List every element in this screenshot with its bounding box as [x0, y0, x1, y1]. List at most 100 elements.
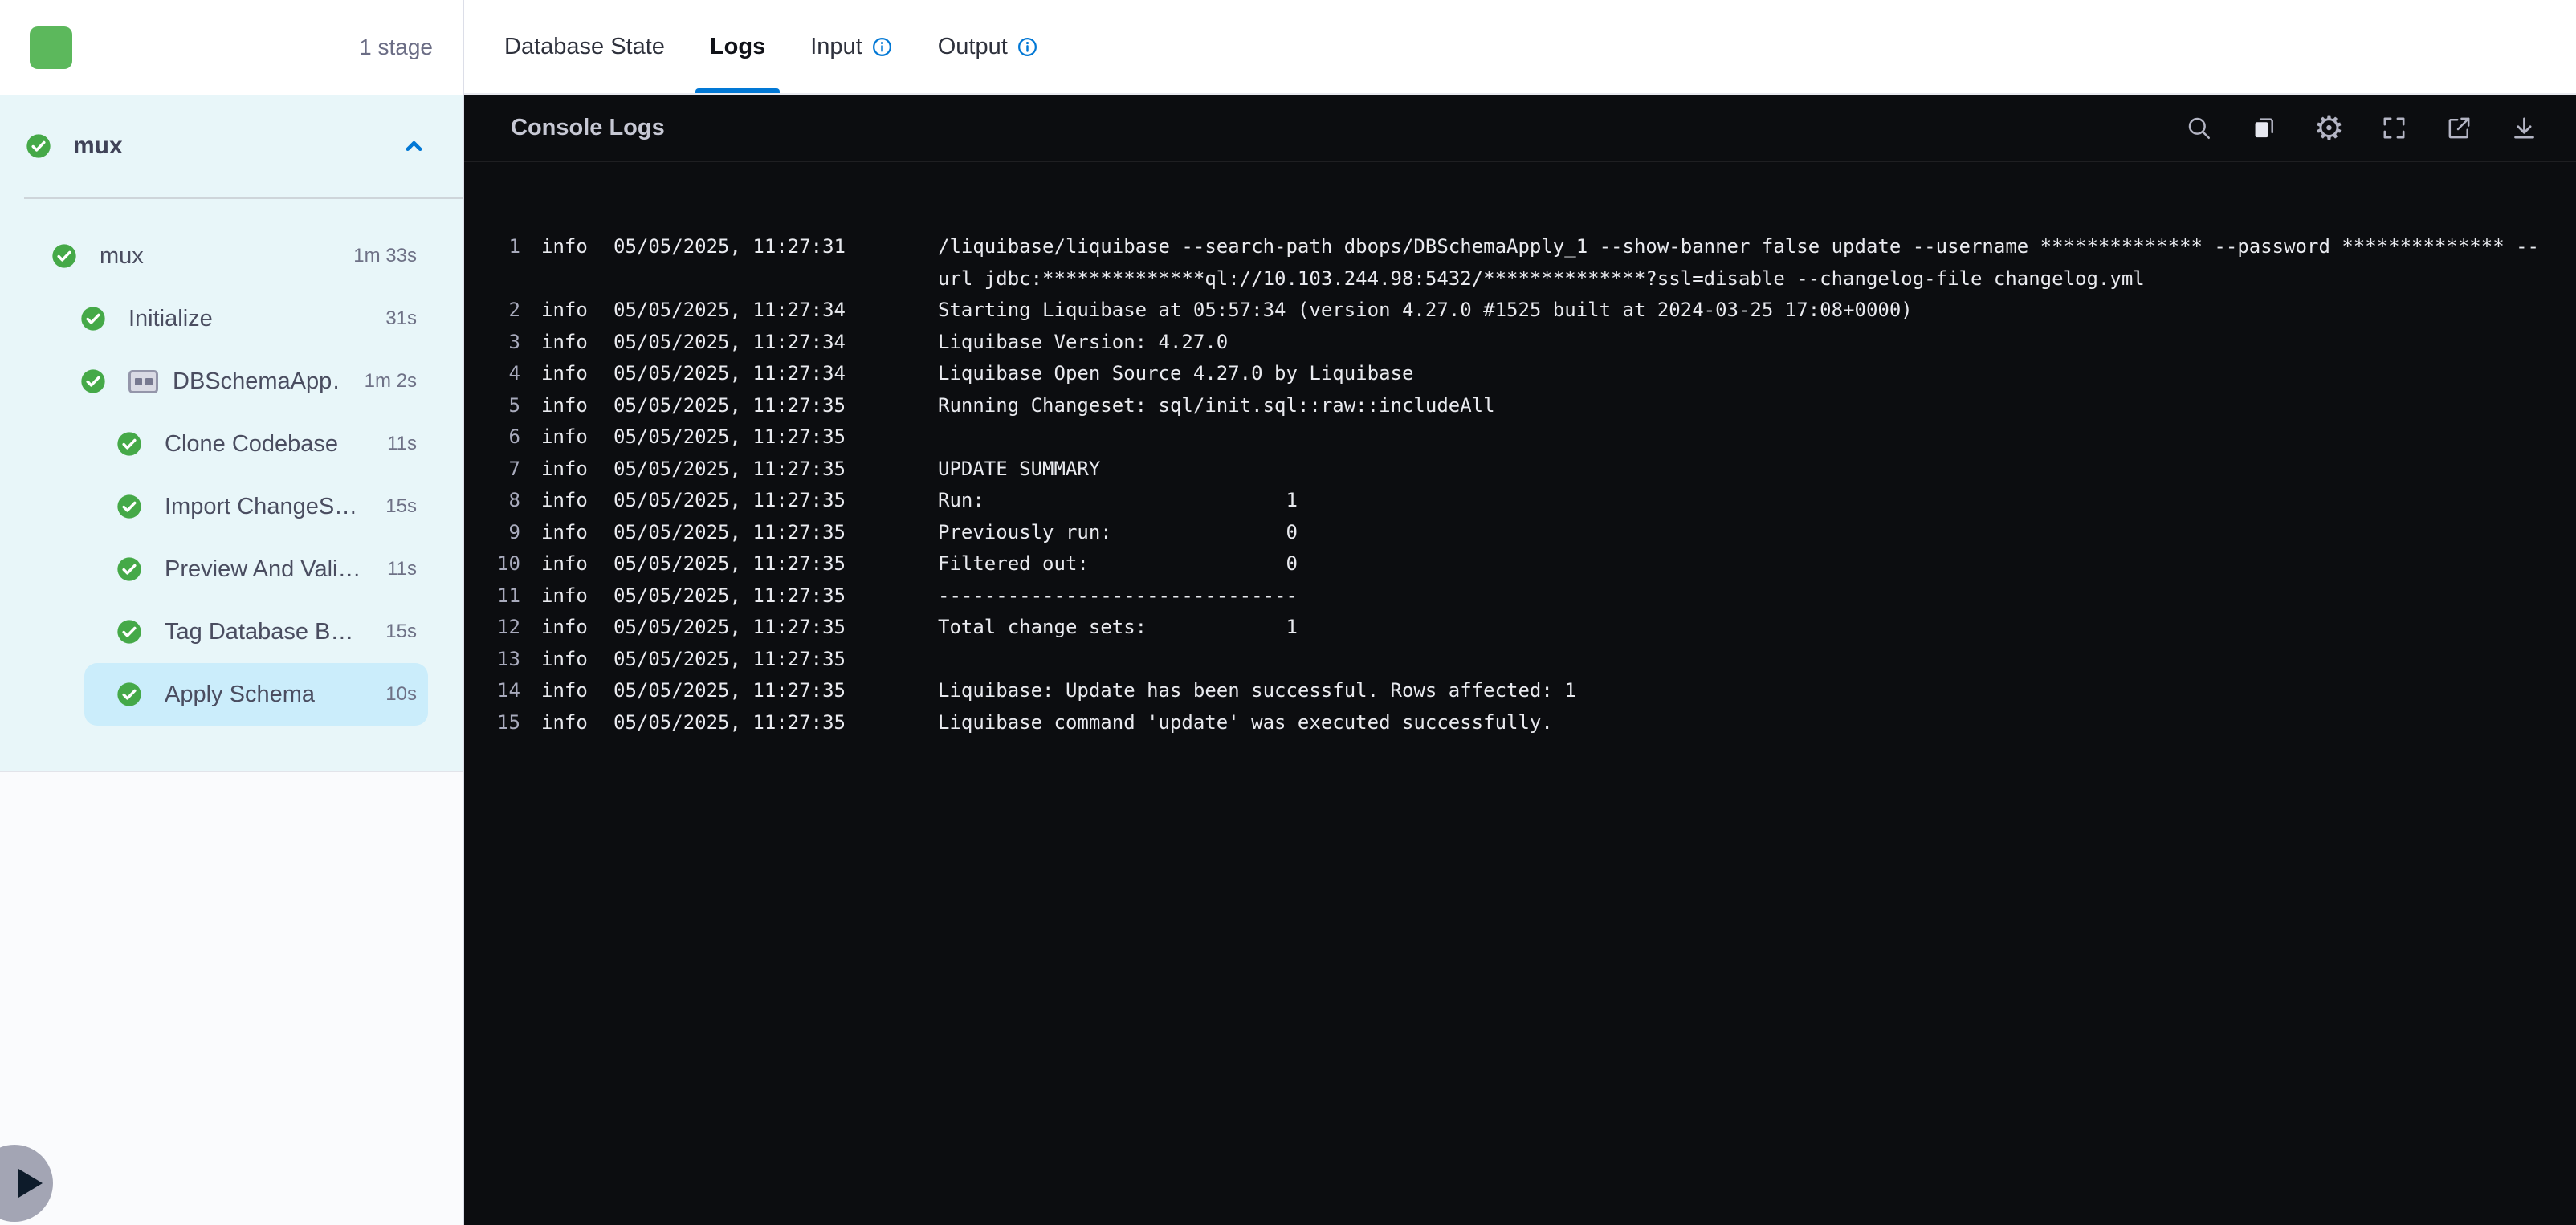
log-line-number[interactable]: 4: [483, 358, 520, 390]
log-line-number[interactable]: 9: [483, 517, 520, 549]
tab-database-state[interactable]: Database State: [490, 0, 679, 93]
log-line-number[interactable]: 3: [483, 327, 520, 359]
log-line-number[interactable]: 1: [483, 231, 520, 263]
log-message: UPDATE SUMMARY: [938, 457, 1101, 480]
log-message: Liquibase command 'update' was executed …: [938, 710, 1553, 734]
expand-panel-handle[interactable]: [0, 1145, 53, 1222]
log-line-number[interactable]: 7: [483, 454, 520, 486]
log-level: info: [541, 520, 588, 543]
log-level: info: [541, 235, 588, 258]
log-message: Filtered out: 0: [938, 552, 1298, 575]
settings-icon[interactable]: ⚙: [2313, 108, 2345, 148]
log-row: 2 info 05/05/2025, 11:27:34 Starting Liq…: [483, 295, 2539, 327]
step-row[interactable]: Clone Codebase 11s: [84, 413, 428, 475]
log-row: 9 info 05/05/2025, 11:27:35 Previously r…: [483, 517, 2539, 549]
log-timestamp: 05/05/2025, 11:27:35: [613, 616, 846, 638]
main-content: Database State Logs Input Output Console…: [464, 0, 2576, 1225]
success-check-icon: [117, 682, 141, 706]
open-in-new-icon[interactable]: [2444, 113, 2474, 143]
log-line-number[interactable]: 5: [483, 390, 520, 422]
console-header: Console Logs ⚙: [464, 95, 2576, 162]
success-check-icon: [117, 494, 141, 519]
log-level: info: [541, 425, 588, 448]
log-message: Liquibase: Update has been successful. R…: [938, 679, 1576, 702]
log-timestamp: 05/05/2025, 11:27:35: [613, 489, 846, 511]
step-row[interactable]: Tag Database B… 15s: [84, 600, 428, 663]
log-timestamp: 05/05/2025, 11:27:34: [613, 362, 846, 385]
log-message: Liquibase Open Source 4.27.0 by Liquibas…: [938, 362, 1414, 385]
step-row[interactable]: Preview And Vali… 11s: [84, 538, 428, 600]
log-row: 8 info 05/05/2025, 11:27:35 Run: 1: [483, 485, 2539, 517]
log-timestamp: 05/05/2025, 11:27:35: [613, 710, 846, 734]
success-check-icon: [117, 557, 141, 581]
step-label: Clone Codebase: [165, 430, 339, 457]
download-icon[interactable]: [2509, 113, 2539, 143]
stage-count-label: 1 stage: [359, 35, 433, 59]
info-icon[interactable]: [871, 36, 893, 58]
log-message: -------------------------------: [938, 584, 1298, 607]
console-toolbar: ⚙: [2184, 108, 2539, 148]
step-label: mux: [100, 242, 144, 269]
log-timestamp: 05/05/2025, 11:27:34: [613, 299, 846, 321]
step-row[interactable]: mux 1m 33s: [51, 225, 428, 287]
step-duration: 1m 33s: [353, 245, 417, 267]
info-icon[interactable]: [1017, 36, 1038, 58]
log-level: info: [541, 679, 588, 702]
console-title: Console Logs: [511, 115, 665, 140]
fullscreen-icon[interactable]: [2379, 113, 2409, 143]
success-check-icon: [117, 620, 141, 644]
log-line-number[interactable]: 14: [483, 675, 520, 707]
sidebar-header: 1 stage: [0, 0, 463, 95]
log-line-number[interactable]: 8: [483, 485, 520, 517]
log-row: 14 info 05/05/2025, 11:27:35 Liquibase: …: [483, 675, 2539, 707]
log-message: Liquibase Version: 4.27.0: [938, 330, 1229, 353]
chevron-up-icon[interactable]: [401, 134, 426, 159]
tab-input[interactable]: Input: [796, 0, 907, 93]
log-timestamp: 05/05/2025, 11:27:31: [613, 235, 846, 258]
log-line-number[interactable]: 6: [483, 421, 520, 454]
step-row[interactable]: Initialize 31s: [80, 287, 428, 350]
success-check-icon: [26, 134, 51, 158]
copy-icon[interactable]: [2249, 113, 2279, 143]
log-timestamp: 05/05/2025, 11:27:35: [613, 679, 846, 702]
log-level: info: [541, 489, 588, 511]
step-row[interactable]: Import ChangeS… 15s: [84, 475, 428, 538]
step-label: Apply Schema: [165, 681, 315, 707]
tab-output[interactable]: Output: [923, 0, 1053, 93]
stage-name: mux: [73, 132, 123, 159]
log-row: 11 info 05/05/2025, 11:27:35 -----------…: [483, 580, 2539, 612]
log-level: info: [541, 552, 588, 575]
gear-glyph: ⚙: [2313, 108, 2345, 148]
log-row: 7 info 05/05/2025, 11:27:35 UPDATE SUMMA…: [483, 454, 2539, 486]
step-tree: mux 1m 33s Initialize 31s DBSchemaApp… 1…: [0, 199, 463, 726]
log-line-number[interactable]: 15: [483, 707, 520, 739]
log-level: info: [541, 584, 588, 607]
success-check-icon: [52, 244, 76, 268]
tab-label: Database State: [504, 33, 665, 59]
success-check-icon: [81, 369, 105, 393]
log-line-number[interactable]: 11: [483, 580, 520, 612]
stage-status-chip[interactable]: [30, 26, 72, 69]
step-label: Initialize: [128, 305, 213, 332]
step-duration: 11s: [387, 558, 417, 580]
stage-header[interactable]: mux: [0, 95, 463, 197]
log-line-number[interactable]: 12: [483, 612, 520, 644]
tab-logs[interactable]: Logs: [695, 0, 781, 93]
log-level: info: [541, 647, 588, 670]
log-message: Previously run: 0: [938, 520, 1298, 543]
log-timestamp: 05/05/2025, 11:27:35: [613, 393, 846, 417]
step-row[interactable]: Apply Schema 10s: [84, 663, 428, 726]
active-tab-underline: [695, 88, 781, 93]
log-line-number[interactable]: 10: [483, 548, 520, 580]
log-row: 13 info 05/05/2025, 11:27:35: [483, 644, 2539, 676]
log-area: 1 info 05/05/2025, 11:27:31 /liquibase/l…: [464, 162, 2576, 771]
search-icon[interactable]: [2184, 113, 2214, 143]
tab-label: Output: [937, 33, 1008, 59]
log-timestamp: 05/05/2025, 11:27:35: [613, 520, 846, 543]
step-row[interactable]: DBSchemaApp… 1m 2s: [80, 350, 428, 413]
log-message: /liquibase/liquibase --search-path dbops…: [938, 235, 2539, 290]
log-timestamp: 05/05/2025, 11:27:34: [613, 330, 846, 353]
log-line-number[interactable]: 2: [483, 295, 520, 327]
log-line-number[interactable]: 13: [483, 644, 520, 676]
pipeline-execution-view: 1 stage mux mux 1m 33s Initialize 31s DB…: [0, 0, 2576, 1225]
